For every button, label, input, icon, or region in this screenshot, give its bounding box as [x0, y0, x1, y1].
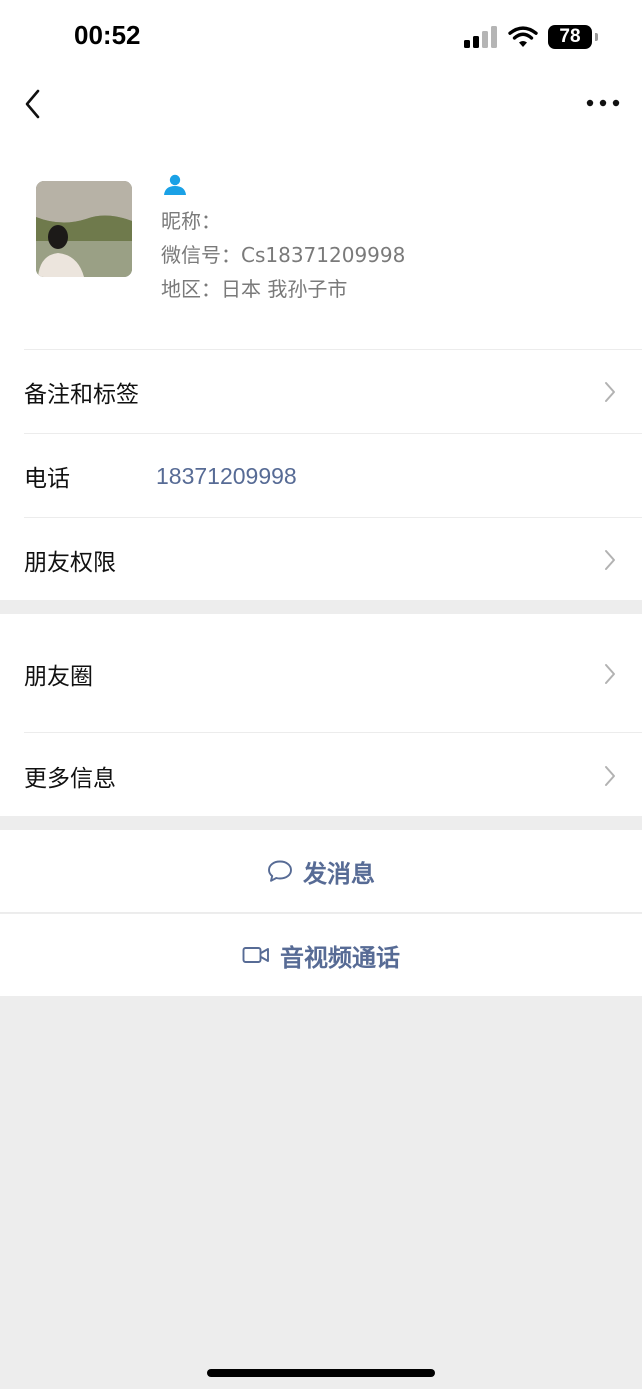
status-time: 00:52 [74, 20, 141, 50]
divider [24, 433, 642, 434]
divider [24, 349, 642, 350]
chevron-right-icon [605, 550, 615, 570]
row-label: 更多信息 [24, 766, 116, 792]
row-remark-tags[interactable]: 备注和标签 [0, 362, 642, 422]
home-indicator [207, 1369, 435, 1377]
nickname: 昵称： [161, 209, 221, 233]
row-label: 朋友权限 [24, 550, 116, 576]
contact-person-icon [164, 174, 186, 195]
row-phone[interactable]: 电话 18371209998 [0, 446, 642, 506]
chat-bubble-icon [268, 860, 292, 882]
chevron-right-icon [605, 382, 615, 402]
battery-icon: 78 [548, 25, 598, 49]
send-message-label: 发消息 [303, 859, 375, 888]
video-call-label: 音视频通话 [280, 943, 400, 972]
row-label: 朋友圈 [24, 664, 93, 690]
chevron-right-icon [605, 664, 615, 684]
status-icons: 78 [464, 24, 598, 50]
row-more-info[interactable]: 更多信息 [0, 746, 642, 806]
avatar-image [36, 181, 132, 277]
more-dots-icon[interactable] [586, 96, 620, 110]
wifi-icon [508, 26, 538, 47]
profile-info: 昵称： 微信号：Cs18371209998 地区：日本 我孙子市 [161, 174, 405, 306]
wechat-id: 微信号：Cs18371209998 [161, 243, 406, 267]
divider [24, 517, 642, 518]
row-label: 备注和标签 [24, 382, 139, 408]
avatar[interactable] [36, 181, 132, 277]
row-label: 电话 [24, 466, 70, 492]
row-friend-permissions[interactable]: 朋友权限 [0, 530, 642, 590]
chevron-right-icon [605, 766, 615, 786]
battery-tip [595, 33, 598, 41]
divider [0, 912, 642, 913]
chevron-left-icon[interactable] [20, 86, 52, 122]
region: 地区：日本 我孙子市 [161, 277, 348, 301]
send-message-button[interactable]: 发消息 [0, 830, 642, 912]
row-moments[interactable]: 朋友圈 [0, 644, 642, 704]
video-camera-icon [242, 947, 269, 963]
signal-icon [464, 26, 497, 48]
phone-number[interactable]: 18371209998 [156, 463, 297, 490]
battery-level: 78 [559, 26, 581, 47]
video-call-button[interactable]: 音视频通话 [0, 914, 642, 996]
divider [24, 732, 642, 733]
